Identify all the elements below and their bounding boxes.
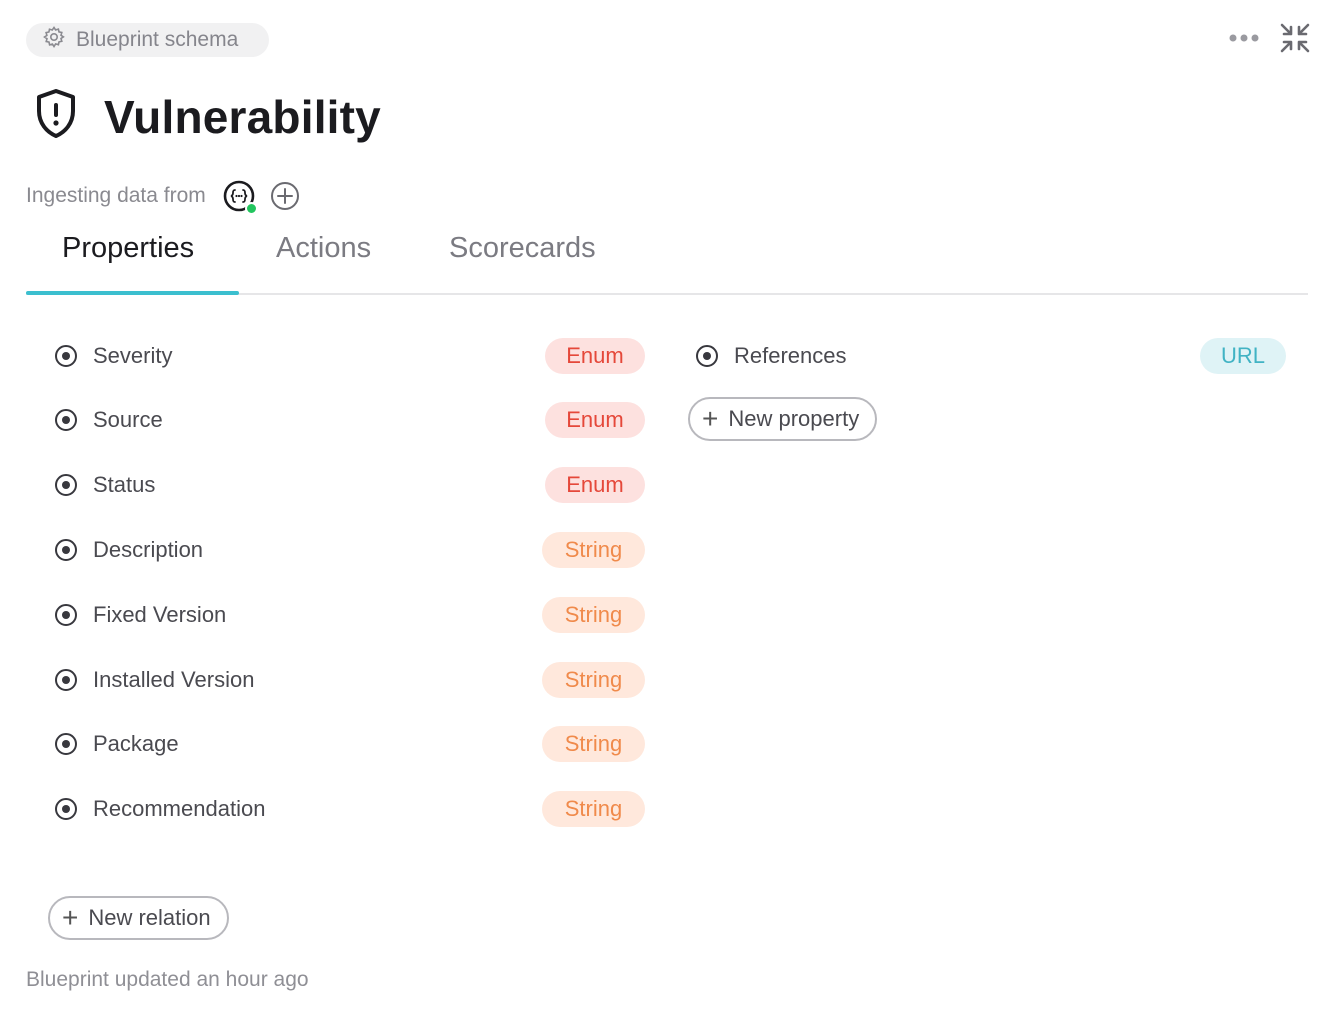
property-radio-icon (55, 604, 77, 626)
property-radio-icon (55, 409, 77, 431)
property-row-installed-version[interactable]: Installed Version (55, 660, 254, 700)
api-braces-icon[interactable] (222, 179, 258, 215)
property-name: Source (93, 407, 163, 432)
property-radio-icon (55, 474, 77, 496)
type-badge-enum: Enum (545, 467, 645, 503)
more-options-icon[interactable] (1228, 33, 1260, 43)
property-row-description[interactable]: Description (55, 530, 203, 570)
ingest-row: Ingesting data from (26, 178, 300, 215)
top-actions (1228, 22, 1310, 54)
property-row-package[interactable]: Package (55, 724, 179, 764)
property-row-references[interactable]: References (696, 336, 847, 376)
type-badge-url: URL (1200, 338, 1286, 374)
shield-alert-icon (34, 88, 78, 145)
plus-icon: + (62, 902, 79, 933)
type-badge-enum: Enum (545, 402, 645, 438)
property-row-recommendation[interactable]: Recommendation (55, 789, 265, 829)
property-name: Status (93, 472, 156, 497)
type-badge-string: String (542, 791, 645, 827)
active-tab-indicator (26, 291, 239, 295)
new-relation-label: New relation (88, 905, 211, 930)
tab-scorecards[interactable]: Scorecards (449, 226, 596, 293)
property-name: Installed Version (93, 667, 255, 692)
property-name: Description (93, 537, 204, 562)
plus-icon: + (702, 403, 719, 434)
page-title: Vulnerability (104, 90, 381, 143)
type-badge-string: String (542, 662, 645, 698)
property-radio-icon (696, 345, 718, 367)
property-name: Severity (93, 343, 173, 368)
source-status-dot (244, 202, 258, 215)
blueprint-schema-chip[interactable]: Blueprint schema (26, 23, 269, 57)
property-name: Fixed Version (93, 602, 227, 627)
property-radio-icon (55, 733, 77, 755)
property-name: Recommendation (93, 796, 266, 821)
type-badge-string: String (542, 726, 645, 762)
ingest-label: Ingesting data from (26, 184, 206, 207)
property-row-fixed-version[interactable]: Fixed Version (55, 595, 226, 635)
tab-actions[interactable]: Actions (276, 226, 371, 293)
type-badge-string: String (542, 532, 645, 568)
property-row-status[interactable]: Status (55, 465, 155, 505)
type-badge-string: String (542, 597, 645, 633)
property-row-severity[interactable]: Severity (55, 336, 172, 376)
gear-icon (42, 25, 66, 55)
property-radio-icon (55, 345, 77, 367)
property-radio-icon (55, 669, 77, 691)
property-radio-icon (55, 539, 77, 561)
property-row-source[interactable]: Source (55, 400, 163, 440)
type-badge-enum: Enum (545, 338, 645, 374)
property-radio-icon (55, 798, 77, 820)
blueprint-schema-label: Blueprint schema (76, 28, 239, 51)
property-name: Package (93, 731, 179, 756)
title-row: Vulnerability (34, 88, 381, 145)
property-name: References (734, 343, 847, 368)
new-property-button[interactable]: + New property (688, 397, 878, 441)
collapse-icon[interactable] (1280, 22, 1310, 54)
new-relation-button[interactable]: + New relation (48, 896, 229, 940)
new-property-label: New property (728, 406, 860, 431)
tab-bar: Properties Actions Scorecards (26, 226, 1308, 295)
add-source-icon[interactable] (270, 181, 300, 211)
updated-timestamp: Blueprint updated an hour ago (26, 968, 309, 991)
tab-properties[interactable]: Properties (62, 226, 194, 293)
